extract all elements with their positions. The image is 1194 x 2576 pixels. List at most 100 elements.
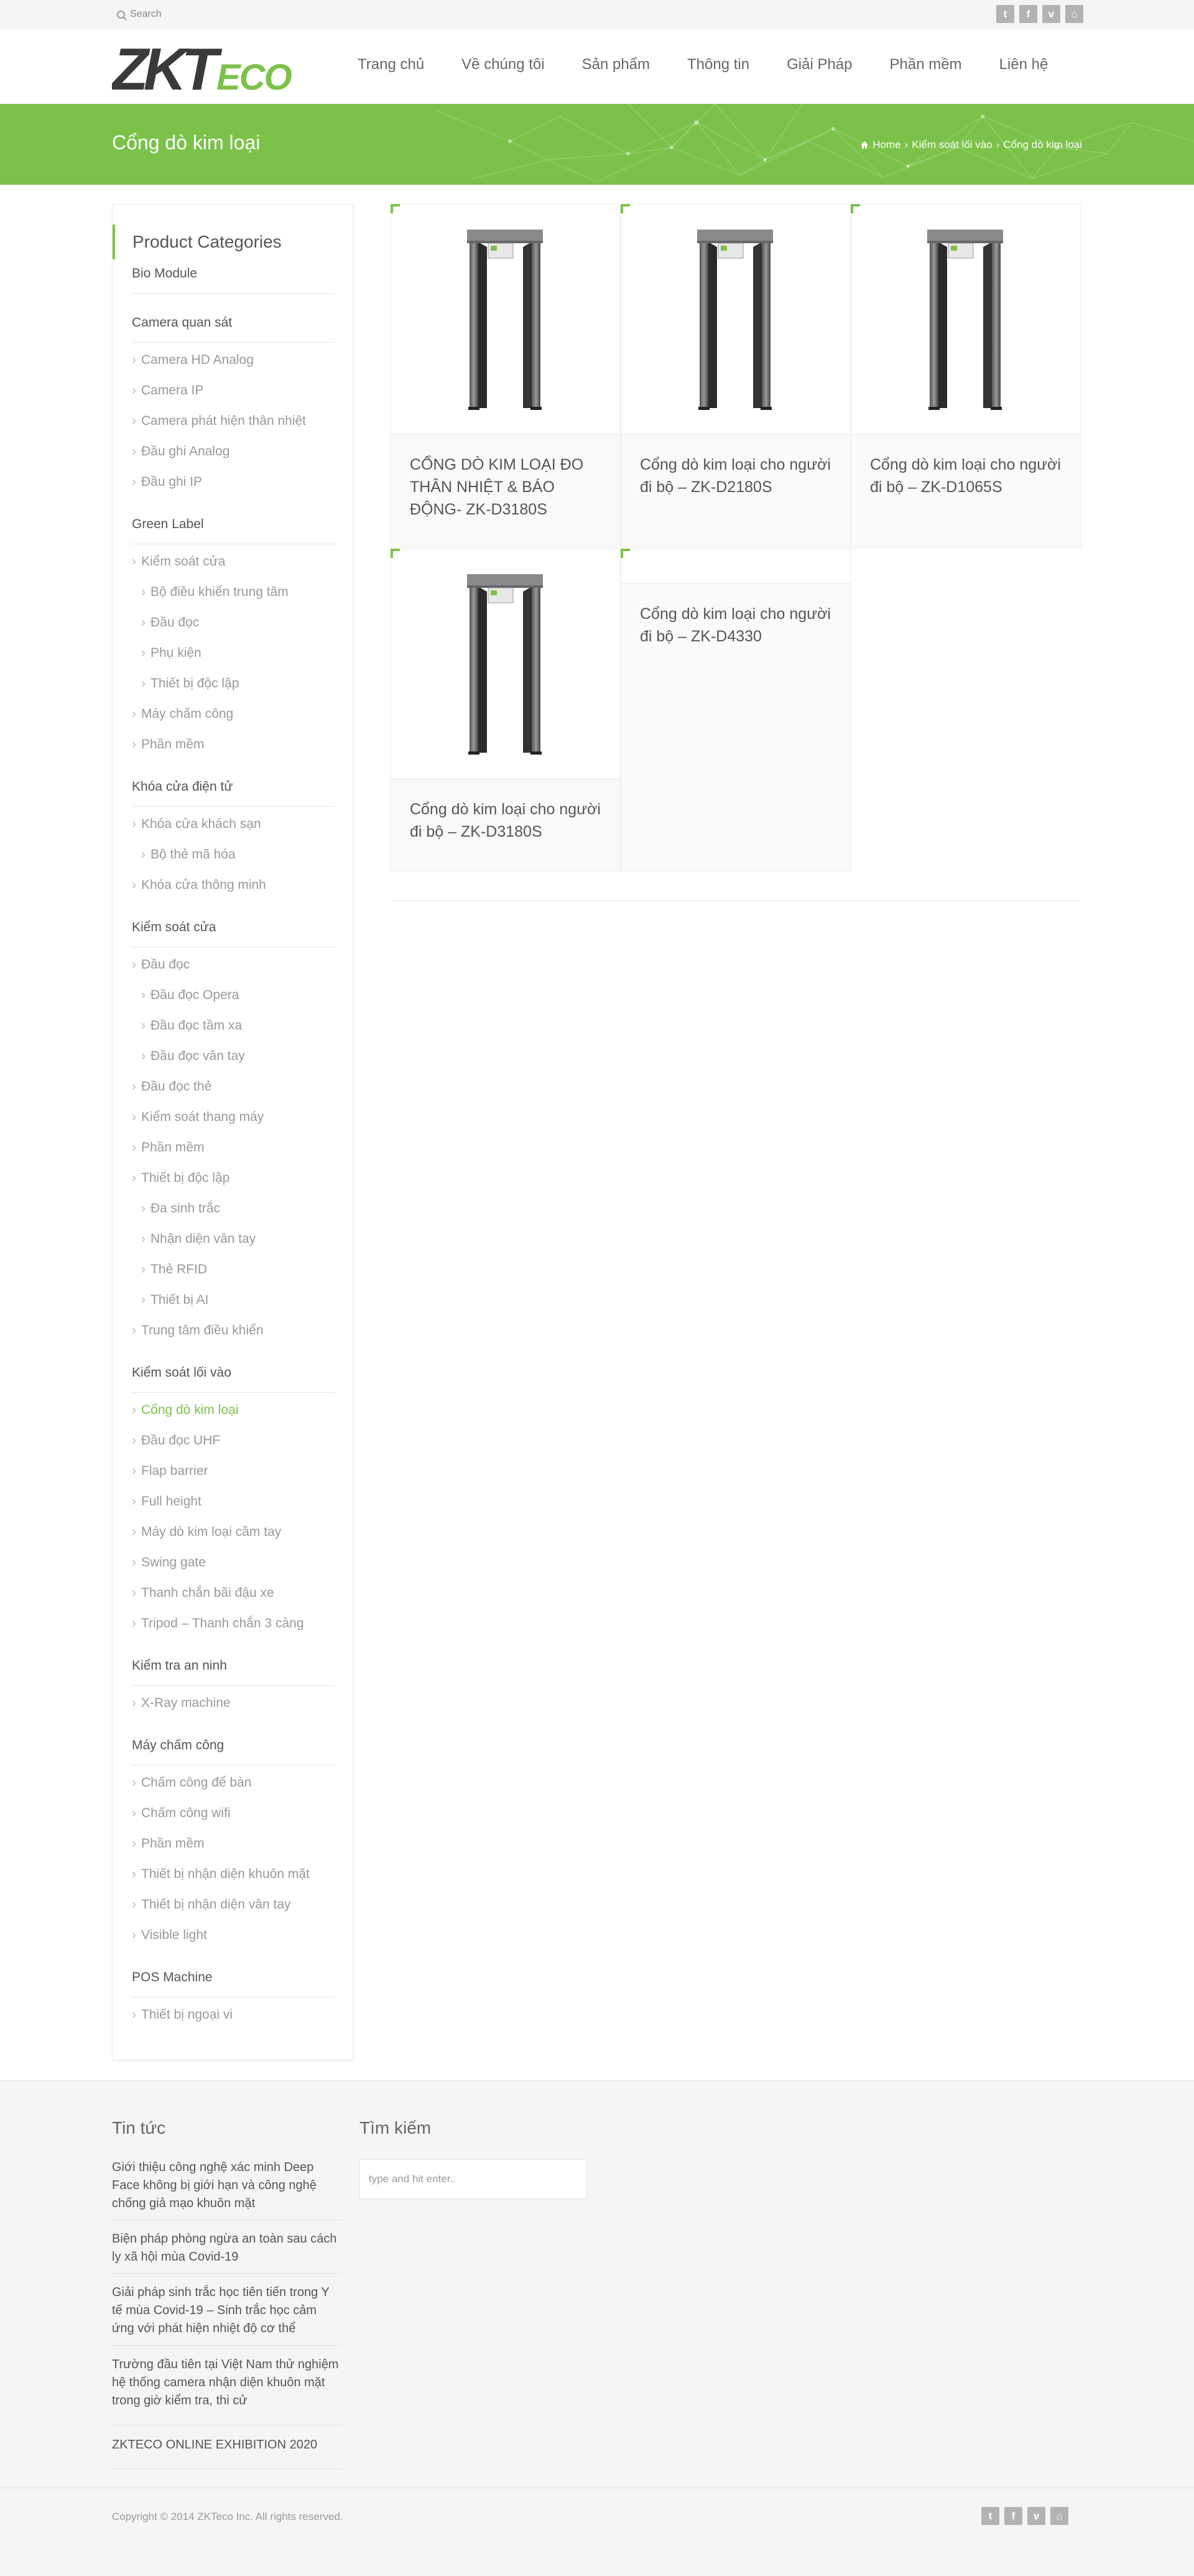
category-item[interactable]: Kiểm soát lối vào: [132, 1363, 335, 1393]
subcategory-item[interactable]: Thiết bị độc lập: [141, 676, 239, 691]
product-card[interactable]: Cổng dò kim loại cho người đi bộ – ZK-D2…: [621, 204, 851, 548]
product-image[interactable]: [851, 205, 1080, 435]
subcategory-item[interactable]: Máy dò kim loại cầm tay: [132, 1525, 281, 1540]
subcategory-item[interactable]: Flap barrier: [132, 1464, 208, 1479]
search-icon: [117, 10, 125, 19]
subcategory-item[interactable]: Camera HD Analog: [132, 353, 254, 368]
subcategory-item[interactable]: Chấm công wifi: [132, 1806, 231, 1821]
news-item[interactable]: Biện pháp phòng ngừa an toàn sau cách ly…: [112, 2230, 342, 2266]
subcategory-item[interactable]: Máy chấm công: [132, 707, 233, 722]
subcategory-item[interactable]: Đầu ghi IP: [132, 475, 202, 490]
category-item[interactable]: Green Label: [132, 514, 335, 544]
product-name[interactable]: CỔNG DÒ KIM LOẠI ĐO THÂN NHIỆT & BÁO ĐỘN…: [410, 453, 609, 521]
vimeo-icon[interactable]: v: [1042, 5, 1060, 23]
product-image-frame[interactable]: [851, 205, 1080, 435]
subcategory-item[interactable]: Thiết bị AI: [141, 1293, 208, 1308]
product-image[interactable]: [391, 549, 620, 779]
subcategory-item[interactable]: Khóa cửa khách sạn: [132, 817, 261, 832]
subcategory-item[interactable]: Thanh chắn bãi đậu xe: [132, 1586, 274, 1601]
main-nav: Trang chủ Về chúng tôi Sản phẩm Thông tin Gi…: [358, 56, 1085, 73]
subcategory-item[interactable]: Camera phát hiện thân nhiệt: [132, 414, 306, 429]
page-title: Cổng dò kim loại: [112, 131, 261, 154]
subcategory-item[interactable]: Full height: [132, 1494, 201, 1509]
category-item[interactable]: Kiểm tra an ninh: [132, 1656, 335, 1686]
subcategory-item[interactable]: Thiết bị ngoại vi: [132, 2007, 233, 2022]
subcategory-item[interactable]: Kiểm soát thang máy: [132, 1110, 264, 1125]
subcategory-item[interactable]: Chấm công để bàn: [132, 1775, 251, 1790]
subcategory-item[interactable]: Thẻ RFID: [141, 1262, 207, 1277]
category-item[interactable]: POS Machine: [132, 1968, 335, 1997]
product-image[interactable]: [391, 205, 620, 435]
product-name[interactable]: Cổng dò kim loại cho người đi bộ – ZK-D2…: [640, 453, 839, 498]
product-image[interactable]: [621, 205, 850, 435]
subcategory-item[interactable]: Trung tâm điều khiển: [132, 1323, 264, 1338]
subcategory-item[interactable]: Bộ điều khiển trung tâm: [141, 585, 289, 600]
product-name[interactable]: Cổng dò kim loại cho người đi bộ – ZK-D4…: [640, 603, 839, 648]
search-heading: Tìm kiếm: [359, 2118, 432, 2137]
subcategory-item[interactable]: Thiết bị nhận diện vân tay: [132, 1897, 291, 1912]
product-image-frame[interactable]: [391, 205, 620, 435]
news-item[interactable]: Giới thiệu công nghệ xác minh Deep Face …: [112, 2159, 342, 2213]
subcategory-item[interactable]: Phụ kiện: [141, 646, 201, 661]
product-name[interactable]: Cổng dò kim loại cho người đi bộ – ZK-D1…: [870, 453, 1069, 498]
category-item[interactable]: Kiểm soát cửa: [132, 918, 335, 947]
facebook-icon[interactable]: f: [1004, 2507, 1022, 2525]
breadcrumb-home[interactable]: Home: [872, 139, 900, 151]
subcategory-item[interactable]: Đầu đọc: [132, 957, 190, 972]
nav-item[interactable]: Trang chủ: [358, 56, 424, 73]
product-image-frame[interactable]: [391, 549, 620, 779]
product-name[interactable]: Cổng dò kim loại cho người đi bộ – ZK-D3…: [410, 798, 609, 843]
footer-search-input[interactable]: type and hit enter..: [359, 2159, 587, 2199]
subcategory-item[interactable]: Thiết bị độc lập: [132, 1171, 229, 1186]
news-item[interactable]: ZKTECO ONLINE EXHIBITION 2020: [112, 2436, 342, 2454]
zkteco-logo[interactable]: ZKT ECO: [110, 36, 315, 103]
category-item[interactable]: Bio Module: [132, 264, 335, 294]
nav-item[interactable]: Thông tin: [687, 56, 749, 73]
subcategory-item-active[interactable]: Cổng dò kim loại: [132, 1403, 238, 1418]
top-search[interactable]: Search: [117, 7, 162, 21]
subcategory-item[interactable]: Khóa cửa thông minh: [132, 878, 266, 893]
subcategory-item[interactable]: Đầu ghi Analog: [132, 444, 229, 459]
nav-item[interactable]: Giải Pháp: [787, 56, 852, 73]
breadcrumb-access-control[interactable]: Kiểm soát lối vào: [912, 139, 992, 151]
category-item[interactable]: Khóa cửa điện tử: [132, 777, 335, 807]
subcategory-item[interactable]: Đầu đọc: [141, 615, 199, 630]
news-item[interactable]: Trường đầu tiên tại Việt Nam thử nghiệm …: [112, 2356, 342, 2410]
nav-item[interactable]: Về chúng tôi: [461, 56, 544, 73]
category-item[interactable]: Camera quan sát: [132, 313, 335, 343]
subcategory-item[interactable]: Đầu đọc thẻ: [132, 1079, 211, 1094]
subcategory-item[interactable]: Bộ thẻ mã hóa: [141, 847, 236, 862]
subcategory-item[interactable]: Visible light: [132, 1928, 207, 1943]
subcategory-item[interactable]: Đầu đọc vân tay: [141, 1049, 245, 1064]
subcategory-item[interactable]: Swing gate: [132, 1555, 206, 1570]
twitter-icon[interactable]: t: [996, 5, 1014, 23]
product-image-frame[interactable]: [621, 205, 850, 435]
vine-icon[interactable]: ⌂: [1065, 5, 1083, 23]
subcategory-item[interactable]: Phần mềm: [132, 737, 205, 752]
nav-item[interactable]: Phần mềm: [890, 56, 962, 73]
subcategory-item[interactable]: Đầu đọc tầm xa: [141, 1018, 242, 1033]
nav-item[interactable]: Sản phẩm: [582, 56, 650, 73]
product-card[interactable]: Cổng dò kim loại cho người đi bộ – ZK-D1…: [851, 204, 1081, 548]
nav-item[interactable]: Liên hệ: [999, 56, 1048, 73]
subcategory-item[interactable]: Đa sinh trắc: [141, 1201, 220, 1216]
subcategory-item[interactable]: Đầu đọc UHF: [132, 1433, 220, 1448]
vine-icon[interactable]: ⌂: [1050, 2507, 1068, 2525]
subcategory-item[interactable]: Đầu đọc Opera: [141, 988, 239, 1003]
twitter-icon[interactable]: t: [981, 2507, 999, 2525]
subcategory-item[interactable]: Nhận diện vân tay: [141, 1232, 256, 1247]
subcategory-item[interactable]: Kiểm soát cửa: [132, 554, 225, 569]
category-item[interactable]: Máy chấm công: [132, 1736, 335, 1765]
facebook-icon[interactable]: f: [1019, 5, 1037, 23]
subcategory-item[interactable]: Thiết bị nhận diện khuôn mặt: [132, 1867, 310, 1882]
subcategory-item[interactable]: Tripod – Thanh chắn 3 càng: [132, 1616, 304, 1631]
product-card[interactable]: CỔNG DÒ KIM LOẠI ĐO THÂN NHIỆT & BÁO ĐỘN…: [391, 204, 621, 548]
product-card[interactable]: Cổng dò kim loại cho người đi bộ – ZK-D3…: [391, 549, 621, 872]
subcategory-item[interactable]: Camera IP: [132, 383, 203, 398]
subcategory-item[interactable]: Phần mềm: [132, 1140, 205, 1155]
vimeo-icon[interactable]: v: [1027, 2507, 1045, 2525]
news-item[interactable]: Giải pháp sinh trắc học tiên tiến trong …: [112, 2284, 342, 2338]
subcategory-item[interactable]: X-Ray machine: [132, 1696, 231, 1711]
product-card[interactable]: Cổng dò kim loại cho người đi bộ – ZK-D4…: [621, 549, 851, 872]
subcategory-item[interactable]: Phần mềm: [132, 1836, 205, 1851]
